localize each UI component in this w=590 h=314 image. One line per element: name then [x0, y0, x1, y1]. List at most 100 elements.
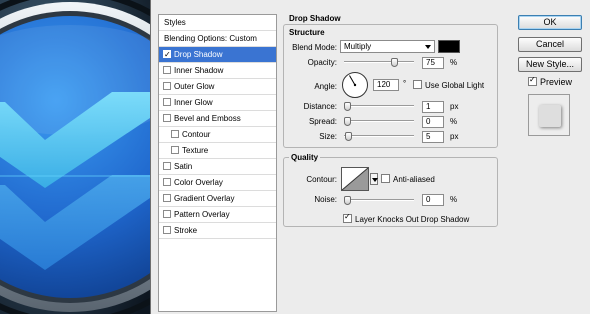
chevron-down-icon: [425, 45, 431, 49]
noise-unit: %: [450, 195, 458, 204]
contour-dropdown-button[interactable]: [370, 173, 378, 185]
distance-slider[interactable]: [344, 102, 414, 111]
styles-header[interactable]: Styles: [159, 15, 276, 31]
style-item-checkbox[interactable]: [163, 226, 171, 234]
preview-checkbox[interactable]: [528, 75, 537, 86]
spread-unit: %: [450, 117, 458, 126]
new-style-button[interactable]: New Style...: [518, 57, 582, 72]
style-item-checkbox[interactable]: [163, 66, 171, 74]
style-item-label: Bevel and Emboss: [174, 114, 241, 123]
blend-mode-dropdown[interactable]: Multiply: [340, 40, 435, 53]
style-item-checkbox[interactable]: [171, 130, 179, 138]
quality-title: Quality: [289, 153, 321, 162]
preview-swatch: [539, 105, 561, 127]
style-item-outer-glow[interactable]: Outer Glow: [159, 79, 276, 95]
size-slider-track: [344, 135, 414, 137]
use-global-light-label: Use Global Light: [425, 81, 485, 90]
layer-knocks-out-label: Layer Knocks Out Drop Shadow: [355, 215, 470, 224]
style-item-checkbox[interactable]: [163, 178, 171, 186]
ok-button[interactable]: OK: [518, 15, 582, 30]
noise-slider[interactable]: [344, 196, 414, 205]
preview-label: Preview: [540, 77, 573, 87]
anti-aliased-label: Anti-aliased: [393, 175, 435, 184]
distance-input[interactable]: 1: [422, 101, 444, 113]
style-item-contour[interactable]: Contour: [159, 127, 276, 143]
preview-thumbnail: [528, 94, 570, 136]
distance-label: Distance:: [303, 102, 337, 111]
size-slider-thumb[interactable]: [345, 132, 352, 141]
spread-input[interactable]: 0: [422, 116, 444, 128]
blend-mode-value: Multiply: [344, 42, 372, 51]
style-item-label: Color Overlay: [174, 178, 223, 187]
style-item-label: Contour: [182, 130, 211, 139]
opacity-slider[interactable]: [344, 58, 414, 67]
distance-slider-thumb[interactable]: [344, 102, 351, 111]
blending-options-item[interactable]: Blending Options: Custom: [159, 31, 276, 47]
shadow-color-swatch[interactable]: [438, 40, 460, 53]
structure-title: Structure: [289, 28, 325, 37]
blend-mode-label: Blend Mode:: [292, 43, 337, 52]
style-item-label: Stroke: [174, 226, 198, 235]
angle-dial[interactable]: [341, 71, 369, 99]
angle-input[interactable]: 120: [373, 79, 399, 91]
style-item-pattern-overlay[interactable]: Pattern Overlay: [159, 207, 276, 223]
style-item-label: Drop Shadow: [174, 50, 223, 59]
style-item-label: Satin: [174, 162, 193, 171]
distance-slider-track: [344, 105, 414, 107]
layer-knocks-out-checkbox[interactable]: [343, 212, 352, 223]
style-item-inner-shadow[interactable]: Inner Shadow: [159, 63, 276, 79]
style-item-label: Texture: [182, 146, 209, 155]
opacity-slider-track: [344, 61, 414, 63]
noise-slider-track: [344, 199, 414, 201]
cancel-button[interactable]: Cancel: [518, 37, 582, 52]
anti-aliased-checkbox[interactable]: [381, 174, 390, 183]
style-item-drop-shadow[interactable]: Drop Shadow: [159, 47, 276, 63]
size-input[interactable]: 5: [422, 131, 444, 143]
style-item-inner-glow[interactable]: Inner Glow: [159, 95, 276, 111]
style-item-stroke[interactable]: Stroke: [159, 223, 276, 239]
styles-list: Styles Blending Options: Custom Drop Sha…: [158, 14, 277, 312]
style-item-color-overlay[interactable]: Color Overlay: [159, 175, 276, 191]
style-item-gradient-overlay[interactable]: Gradient Overlay: [159, 191, 276, 207]
contour-linear-icon: [341, 167, 369, 191]
style-item-checkbox[interactable]: [163, 98, 171, 106]
spread-slider-thumb[interactable]: [344, 117, 351, 126]
contour-label: Contour:: [306, 175, 337, 184]
noise-input[interactable]: 0: [422, 194, 444, 206]
style-item-checkbox[interactable]: [163, 114, 171, 122]
opacity-unit: %: [450, 58, 458, 67]
style-item-bevel-and-emboss[interactable]: Bevel and Emboss: [159, 111, 276, 127]
spread-slider[interactable]: [344, 117, 414, 126]
size-slider[interactable]: [344, 132, 414, 141]
style-item-label: Outer Glow: [174, 82, 215, 91]
style-item-checkbox[interactable]: [163, 210, 171, 218]
section-title: Drop Shadow: [289, 14, 341, 23]
round-chevron-icon: [0, 0, 150, 314]
style-item-checkbox[interactable]: [163, 47, 171, 63]
opacity-slider-thumb[interactable]: [391, 58, 398, 67]
chevron-down-icon: [372, 178, 378, 182]
canvas-artwork: [0, 0, 150, 314]
style-item-satin[interactable]: Satin: [159, 159, 276, 175]
style-item-label: Inner Glow: [174, 98, 213, 107]
style-item-checkbox[interactable]: [171, 146, 179, 154]
angle-unit: °: [403, 79, 407, 88]
spread-slider-track: [344, 120, 414, 122]
opacity-input[interactable]: 75: [422, 57, 444, 69]
angle-label: Angle:: [314, 82, 337, 91]
use-global-light-checkbox[interactable]: [413, 80, 422, 89]
style-item-checkbox[interactable]: [163, 194, 171, 202]
layer-style-dialog: Styles Blending Options: Custom Drop Sha…: [150, 0, 590, 314]
style-item-checkbox[interactable]: [163, 162, 171, 170]
contour-picker[interactable]: [341, 167, 369, 191]
noise-slider-thumb[interactable]: [344, 196, 351, 205]
size-label: Size:: [319, 132, 337, 141]
size-unit: px: [450, 132, 459, 141]
style-item-label: Gradient Overlay: [174, 194, 235, 203]
angle-dial-icon: [342, 72, 368, 98]
style-item-texture[interactable]: Texture: [159, 143, 276, 159]
style-item-label: Inner Shadow: [174, 66, 224, 75]
spread-label: Spread:: [308, 117, 337, 126]
opacity-label: Opacity:: [307, 58, 337, 67]
style-item-checkbox[interactable]: [163, 82, 171, 90]
